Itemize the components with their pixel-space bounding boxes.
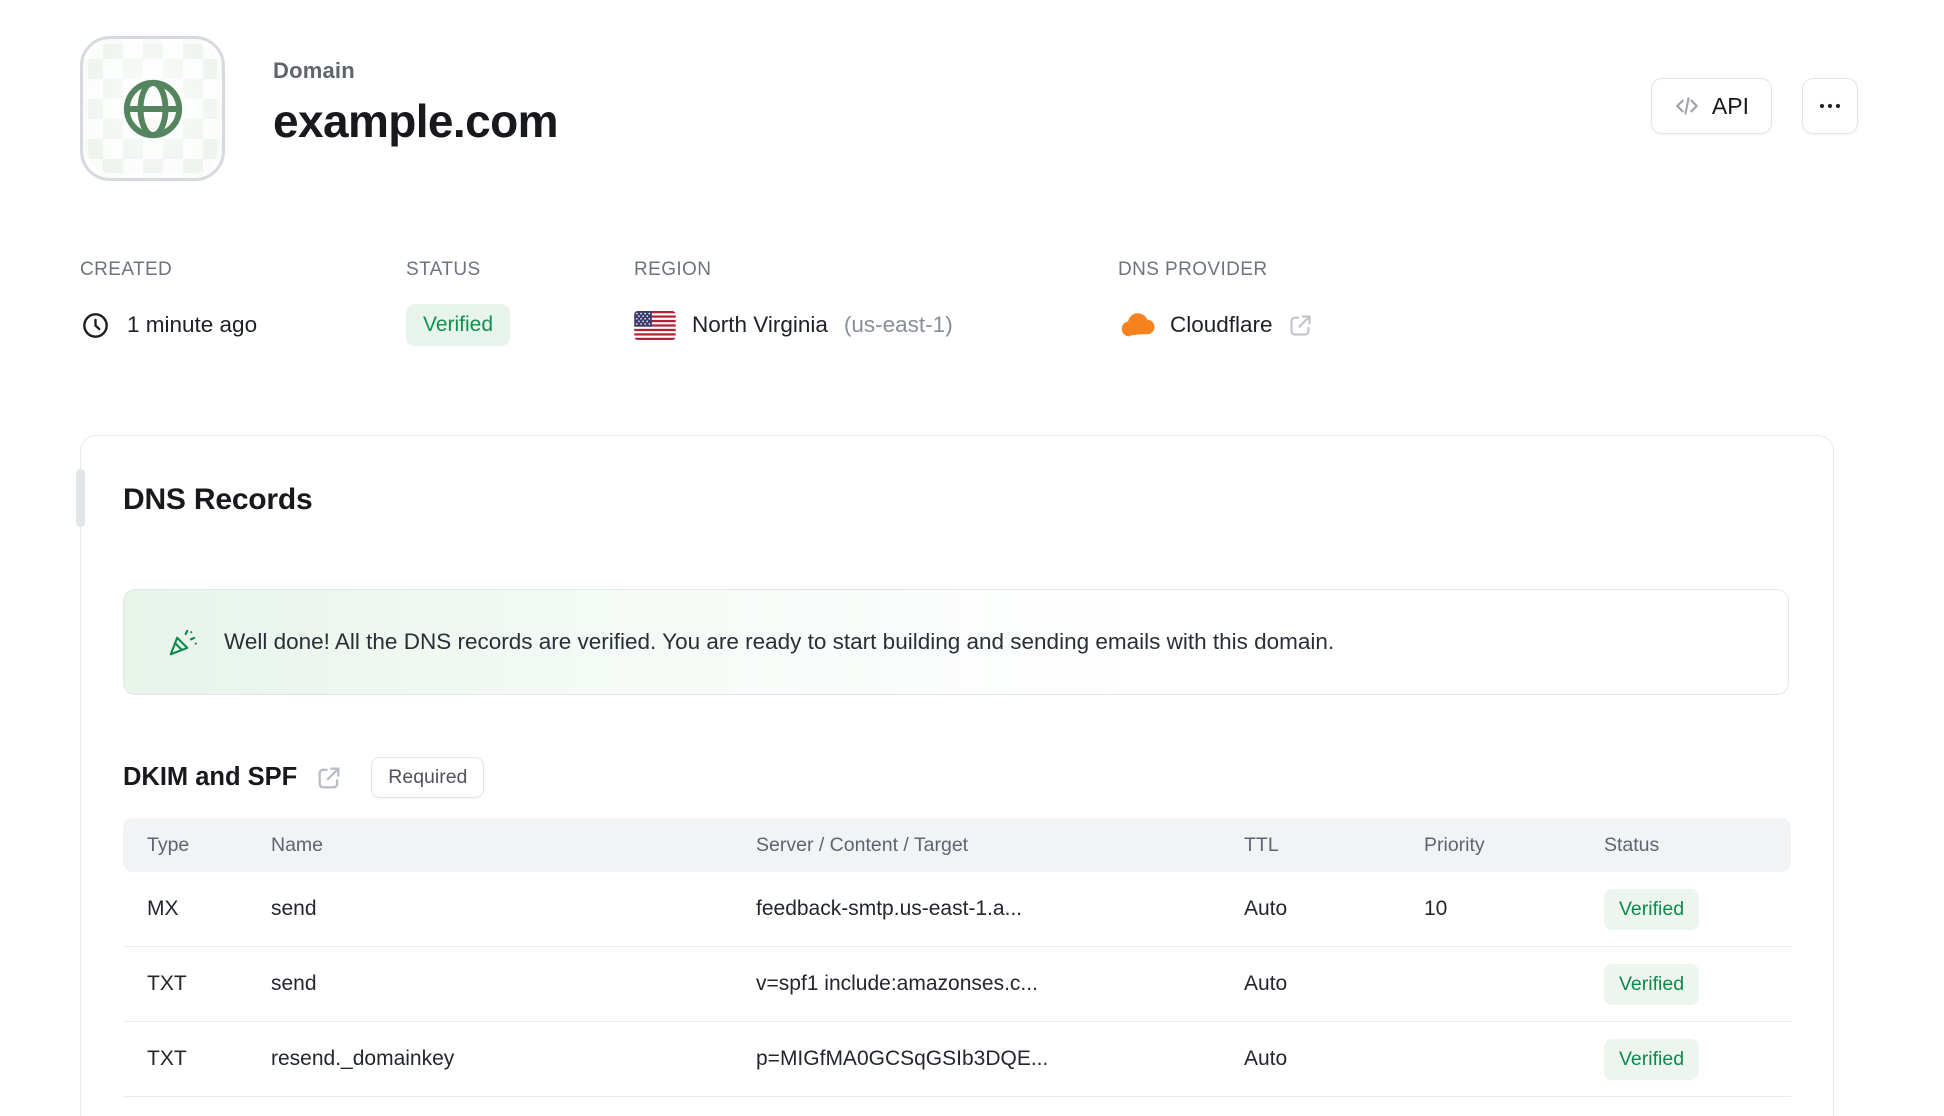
dns-provider-link[interactable]: Cloudflare [1118,303,1314,347]
page-header: Domain example.com API [80,36,1858,181]
col-status: Status [1604,833,1660,856]
dns-table-body: MX send feedback-smtp.us-east-1.a... Aut… [123,872,1791,1097]
created-value: 1 minute ago [127,312,258,337]
dns-provider-label: DNS PROVIDER [1118,259,1268,280]
region-label: REGION [634,259,712,280]
party-popper-icon [166,625,200,659]
external-link-icon[interactable] [315,764,343,792]
api-button[interactable]: API [1650,78,1772,134]
record-content: p=MIGfMA0GCSqGSIb3DQE... [756,1047,1049,1070]
success-banner: Well done! All the DNS records are verif… [123,589,1789,695]
record-content: feedback-smtp.us-east-1.a... [756,897,1023,920]
record-ttl: Auto [1244,1047,1288,1070]
more-button[interactable] [1802,78,1858,134]
meta-status: STATUS Verified [406,259,634,347]
table-row[interactable]: MX send feedback-smtp.us-east-1.a... Aut… [123,872,1791,947]
section-anchor-pill [76,469,85,527]
region-code: (us-east-1) [843,312,953,337]
record-status-badge: Verified [1604,888,1700,930]
dkim-spf-section-header: DKIM and SPF Required [123,757,1789,798]
record-priority: 10 [1424,897,1448,920]
col-ttl: TTL [1244,833,1279,856]
col-priority: Priority [1424,833,1485,856]
code-icon [1674,93,1700,119]
table-row[interactable]: TXT resend._domainkey p=MIGfMA0GCSqGSIb3… [123,1022,1791,1097]
record-status-badge: Verified [1604,963,1700,1005]
record-name: resend._domainkey [271,1047,455,1070]
record-type: MX [147,897,179,920]
cloudflare-cloud-icon [1118,312,1156,339]
page-kicker: Domain [273,58,355,83]
region-value: North Virginia [692,312,828,337]
domain-avatar [80,36,225,181]
meta-region: REGION North Virginia (us-east-1) [634,259,1118,347]
dns-records-table: Type Name Server / Content / Target TTL … [123,818,1791,1097]
more-icon [1817,93,1843,119]
record-type: TXT [147,1047,187,1070]
globe-icon [115,71,191,147]
meta-created: CREATED 1 minute ago [80,259,406,347]
col-content: Server / Content / Target [756,833,969,856]
record-name: send [271,972,317,995]
title-block: Domain example.com [273,36,558,148]
record-content: v=spf1 include:amazonses.c... [756,972,1038,995]
status-label: STATUS [406,259,481,280]
external-link-icon[interactable] [1287,312,1314,339]
col-name: Name [271,833,324,856]
dkim-spf-title: DKIM and SPF [123,763,298,791]
clock-icon [80,310,111,341]
api-button-label: API [1711,92,1749,119]
dns-provider-value: Cloudflare [1170,312,1273,337]
meta-dns-provider: DNS PROVIDER Cloudflare [1118,259,1314,347]
record-ttl: Auto [1244,972,1288,995]
record-type: TXT [147,972,187,995]
card-title: DNS Records [123,483,313,516]
table-row[interactable]: TXT send v=spf1 include:amazonses.c... A… [123,947,1791,1022]
us-flag-icon [634,310,676,340]
table-header-row: Type Name Server / Content / Target TTL … [123,818,1791,872]
header-actions: API [1650,78,1858,134]
col-type: Type [147,833,190,856]
created-label: CREATED [80,259,173,280]
required-badge: Required [371,757,485,798]
dns-records-card: DNS Records Well done! All the DNS recor… [76,435,1834,1116]
record-ttl: Auto [1244,897,1288,920]
record-status-badge: Verified [1604,1038,1700,1080]
banner-text: Well done! All the DNS records are verif… [224,629,1335,654]
status-badge: Verified [406,304,511,346]
page-title: example.com [273,95,558,147]
record-name: send [271,897,317,920]
domain-page: Domain example.com API CREATED 1 minute … [0,0,1944,1116]
domain-meta: CREATED 1 minute ago STATUS Verified REG… [80,259,1944,347]
